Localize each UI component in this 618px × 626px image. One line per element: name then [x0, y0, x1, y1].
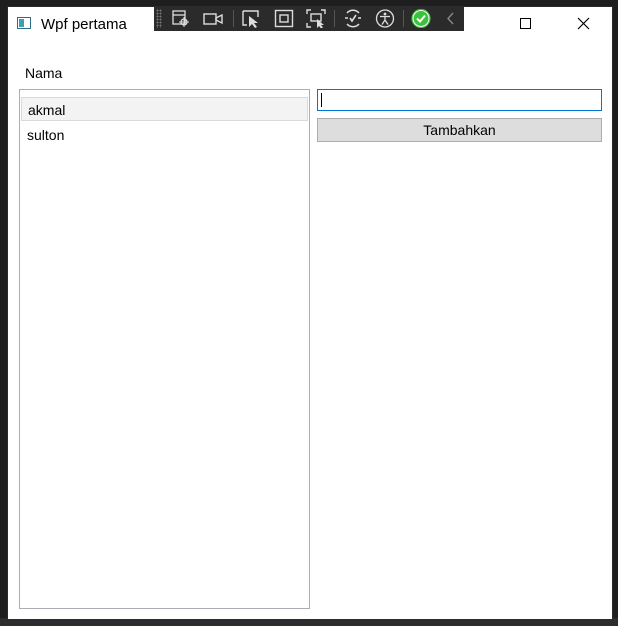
pointer-select-icon	[242, 10, 259, 28]
add-button[interactable]: Tambahkan	[317, 118, 602, 142]
toolbar-separator	[233, 10, 234, 27]
name-list[interactable]: akmal sulton	[19, 89, 310, 609]
text-caret	[321, 93, 322, 107]
pointer-select-button[interactable]	[239, 8, 263, 29]
record-button[interactable]	[201, 8, 225, 29]
list-item[interactable]: sulton	[21, 123, 308, 147]
display-layout-button[interactable]	[272, 8, 296, 29]
track-focus-button[interactable]	[304, 8, 328, 29]
window-title: Wpf pertama	[41, 16, 127, 33]
collapse-toolbar-button[interactable]	[440, 8, 464, 29]
track-focus-icon	[306, 9, 326, 28]
list-item[interactable]: akmal	[21, 97, 308, 121]
toolbar-separator	[334, 10, 335, 27]
hot-reload-icon	[345, 9, 361, 28]
video-camera-icon	[203, 13, 223, 25]
check-icon	[411, 9, 431, 28]
accessibility-icon	[375, 9, 395, 28]
close-icon	[577, 17, 590, 30]
accessibility-button[interactable]	[373, 8, 397, 29]
toolbar-separator	[403, 10, 404, 27]
app-icon	[17, 17, 31, 29]
select-element-button[interactable]	[169, 8, 193, 29]
binding-status-button[interactable]	[409, 8, 433, 29]
display-layout-icon	[274, 9, 294, 28]
name-label: Nama	[25, 65, 63, 81]
close-button[interactable]	[561, 7, 607, 40]
name-input[interactable]	[317, 89, 602, 111]
debug-toolbar	[154, 6, 464, 31]
chevron-left-icon	[447, 12, 454, 25]
toolbar-grip[interactable]	[156, 9, 162, 28]
hot-reload-button[interactable]	[341, 8, 365, 29]
maximize-button[interactable]	[505, 7, 551, 40]
select-element-icon	[172, 10, 189, 27]
app-window: Wpf pertama Nama akmal sulton Tambahkan	[7, 6, 613, 620]
